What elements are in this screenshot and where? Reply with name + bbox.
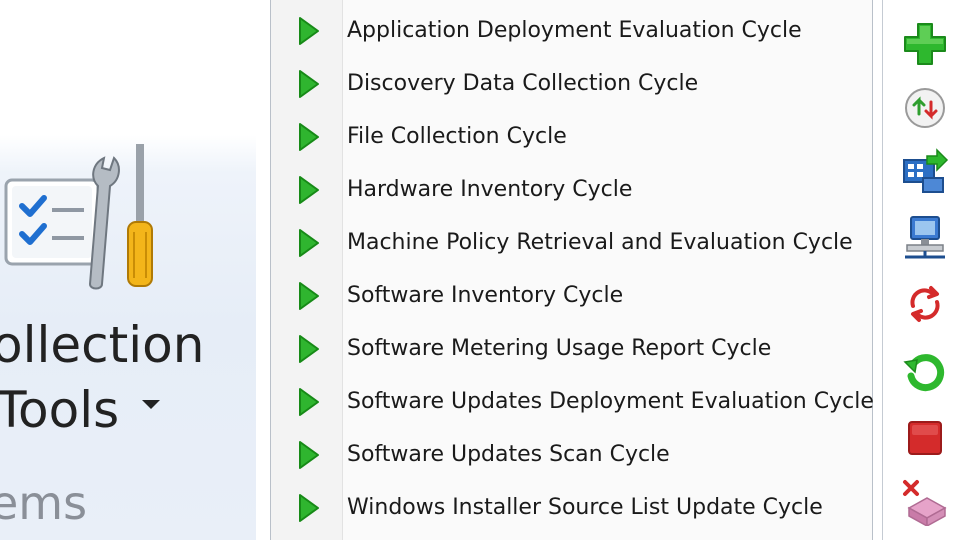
play-icon <box>299 229 319 257</box>
play-icon <box>299 282 319 310</box>
play-icon <box>299 494 319 522</box>
menu-item-file-collection-cycle[interactable]: File Collection Cycle <box>271 111 872 164</box>
client-tools-button-label-line2[interactable]: Tools <box>0 385 119 435</box>
menu-item-label: Machine Policy Retrieval and Evaluation … <box>347 230 853 255</box>
menu-item-software-inventory-cycle[interactable]: Software Inventory Cycle <box>271 270 872 323</box>
refresh-cycle-icon[interactable] <box>901 280 949 328</box>
menu-item-hardware-inventory-cycle[interactable]: Hardware Inventory Cycle <box>271 164 872 217</box>
play-icon <box>299 70 319 98</box>
play-icon <box>299 388 319 416</box>
menu-item-label: Software Metering Usage Report Cycle <box>347 336 772 361</box>
ribbon-separator <box>256 0 268 540</box>
add-icon[interactable] <box>901 20 949 68</box>
menu-item-windows-installer-source-list-update-cycle[interactable]: Windows Installer Source List Update Cyc… <box>271 482 872 535</box>
ribbon-group-label: ems <box>0 476 88 530</box>
actions-toolbar <box>882 0 960 540</box>
menu-item-software-updates-deployment-evaluation-cycle[interactable]: Software Updates Deployment Evaluation C… <box>271 376 874 429</box>
menu-item-label: File Collection Cycle <box>347 124 567 149</box>
menu-item-label: Software Inventory Cycle <box>347 283 624 308</box>
menu-item-label: Application Deployment Evaluation Cycle <box>347 18 802 43</box>
play-icon <box>299 17 319 45</box>
menu-item-machine-policy-retrieval-cycle[interactable]: Machine Policy Retrieval and Evaluation … <box>271 217 872 270</box>
menu-item-label: Software Updates Deployment Evaluation C… <box>347 389 874 414</box>
menu-item-application-deployment-evaluation-cycle[interactable]: Application Deployment Evaluation Cycle <box>271 5 872 58</box>
screen: ollection Tools ems Application Deployme… <box>0 0 960 540</box>
menu-item-software-metering-usage-report-cycle[interactable]: Software Metering Usage Report Cycle <box>271 323 872 376</box>
deploy-to-computers-icon[interactable] <box>901 148 949 196</box>
stop-icon[interactable] <box>901 414 949 462</box>
menu-item-software-updates-scan-cycle[interactable]: Software Updates Scan Cycle <box>271 429 872 482</box>
computer-network-icon[interactable] <box>901 214 949 262</box>
sort-order-icon[interactable] <box>901 84 949 132</box>
client-notification-menu: Application Deployment Evaluation Cycle … <box>270 0 874 540</box>
menu-item-label: Discovery Data Collection Cycle <box>347 71 699 96</box>
menu-item-discovery-data-collection-cycle[interactable]: Discovery Data Collection Cycle <box>271 58 872 111</box>
menu-item-label: Windows Installer Source List Update Cyc… <box>347 495 823 520</box>
client-tools-icon[interactable] <box>0 138 170 298</box>
play-icon <box>299 335 319 363</box>
client-tools-button-label-line1[interactable]: ollection <box>0 320 204 370</box>
restart-icon[interactable] <box>901 348 949 396</box>
play-icon <box>299 441 319 469</box>
chevron-down-icon[interactable] <box>142 400 160 409</box>
play-icon <box>299 123 319 151</box>
ribbon-panel: ollection Tools ems <box>0 0 256 540</box>
menu-item-label: Hardware Inventory Cycle <box>347 177 633 202</box>
menu-item-label: Software Updates Scan Cycle <box>347 442 670 467</box>
delete-icon[interactable] <box>901 478 949 526</box>
play-icon <box>299 176 319 204</box>
